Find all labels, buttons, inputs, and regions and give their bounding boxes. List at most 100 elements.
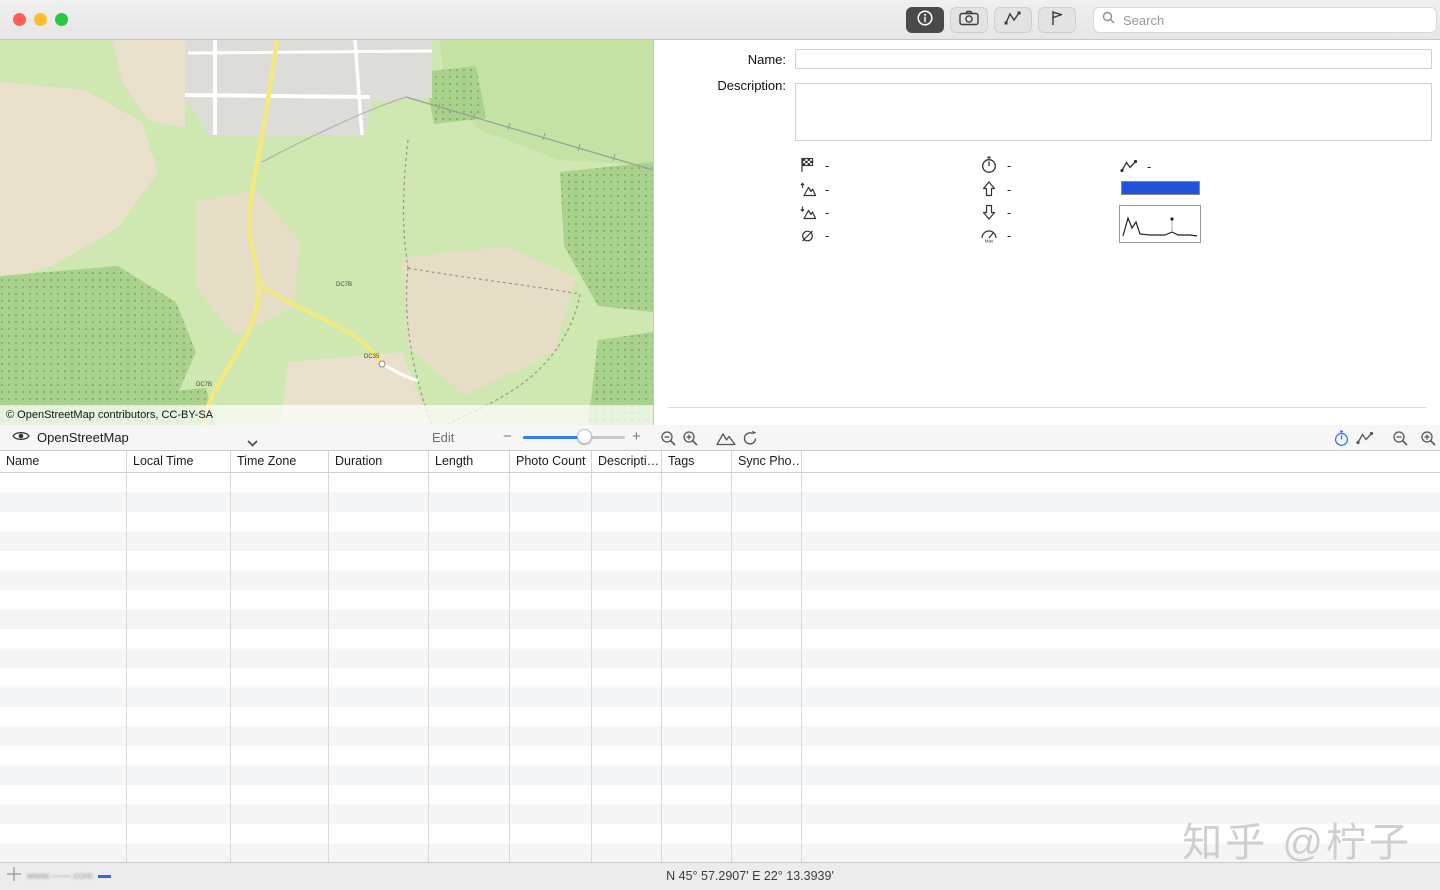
stat-value: - <box>825 158 829 173</box>
toolbar-segment-waypoints[interactable] <box>1038 7 1076 33</box>
svg-text:Max: Max <box>985 239 994 244</box>
ascent-icon <box>798 182 816 197</box>
column-divider <box>801 473 802 862</box>
stat-value: - <box>1147 159 1151 174</box>
terrain-icon[interactable] <box>716 429 736 447</box>
crosshair-plus-icon <box>6 866 22 887</box>
chart-zoom-in-button[interactable] <box>1418 429 1438 447</box>
stat-max-speed: Max - <box>980 226 1011 244</box>
camera-icon <box>959 10 979 31</box>
duration-icon <box>980 156 998 174</box>
column-header-3[interactable]: Time Zone <box>231 451 329 472</box>
toolbar-segment-track[interactable] <box>994 7 1032 33</box>
zhihu-watermark: 知乎 @柠子 <box>1182 810 1412 868</box>
map-toolbar: OpenStreetMap Edit − + <box>0 425 1440 451</box>
zoom-out-button[interactable] <box>658 429 678 447</box>
column-header-9[interactable]: Sync Pho… <box>732 451 802 472</box>
titlebar <box>0 0 1440 40</box>
elevation-profile-thumbnail[interactable] <box>1119 205 1201 243</box>
stat-max-altitude: - <box>980 180 1011 198</box>
rotate-icon[interactable] <box>740 429 760 447</box>
max-altitude-icon <box>980 181 998 197</box>
max-speed-icon: Max <box>980 227 998 243</box>
chevron-down-icon[interactable] <box>247 434 258 452</box>
column-header-1[interactable]: Name <box>0 451 127 472</box>
track-color-bar[interactable] <box>1121 181 1200 195</box>
name-field[interactable] <box>795 49 1432 69</box>
zoom-slider[interactable] <box>523 436 625 439</box>
column-divider <box>328 473 329 862</box>
stat-min-altitude: - <box>980 203 1011 221</box>
description-field[interactable] <box>795 83 1432 141</box>
zoom-slider-minus[interactable]: − <box>503 425 512 449</box>
name-label: Name: <box>654 52 786 67</box>
stat-total-ascent: - <box>798 180 829 198</box>
stat-average: - <box>798 226 829 244</box>
column-divider <box>661 473 662 862</box>
eye-icon <box>12 429 30 447</box>
toolbar-segment-photos[interactable] <box>950 7 988 33</box>
map-provider-dropdown[interactable]: OpenStreetMap <box>12 425 129 450</box>
stat-value: - <box>1007 182 1011 197</box>
map-canvas: DC7B DC7B DC35 <box>0 40 653 425</box>
stat-value: - <box>1007 158 1011 173</box>
column-header-4[interactable]: Duration <box>329 451 429 472</box>
track-icon <box>1120 159 1138 173</box>
zoom-slider-plus[interactable]: + <box>632 425 641 449</box>
column-header-7[interactable]: Descripti… <box>592 451 662 472</box>
min-altitude-icon <box>980 204 998 220</box>
column-divider <box>230 473 231 862</box>
zoom-slider-thumb[interactable] <box>577 429 592 444</box>
map-label: DC7B <box>196 382 212 388</box>
search-input[interactable] <box>1121 12 1428 29</box>
stat-total-descent: - <box>798 203 829 221</box>
cursor-coordinates: N 45° 57.2907' E 22° 13.3939' <box>666 869 834 883</box>
search-field[interactable] <box>1093 7 1437 33</box>
column-header-2[interactable]: Local Time <box>127 451 231 472</box>
stat-value: - <box>1007 205 1011 220</box>
map-provider-label: OpenStreetMap <box>37 430 129 445</box>
map-label: DC35 <box>364 354 380 360</box>
site-watermark-text: www.——.com <box>27 871 93 882</box>
stat-value: - <box>825 228 829 243</box>
stat-duration: - <box>980 156 1011 174</box>
zoom-window-button[interactable] <box>55 13 68 26</box>
map-marker[interactable] <box>379 361 385 367</box>
chart-time-axis-button[interactable] <box>1331 429 1351 447</box>
column-divider <box>731 473 732 862</box>
edit-button[interactable]: Edit <box>432 425 454 450</box>
zoom-in-button[interactable] <box>680 429 700 447</box>
search-icon <box>1102 11 1115 29</box>
column-divider <box>428 473 429 862</box>
column-divider <box>126 473 127 862</box>
map-view[interactable]: DC7B DC7B DC35 © OpenStreetMap contribut… <box>0 40 653 425</box>
watermark-blue-dash <box>98 875 111 878</box>
chart-distance-axis-button[interactable] <box>1355 429 1375 447</box>
column-header-8[interactable]: Tags <box>662 451 732 472</box>
map-attribution: © OpenStreetMap contributors, CC-BY-SA <box>0 405 653 425</box>
inspector-panel: Name: Description: - - - - - <box>654 40 1440 425</box>
close-window-button[interactable] <box>13 13 26 26</box>
inspector-divider <box>668 407 1426 408</box>
stat-value: - <box>1007 228 1011 243</box>
elevation-profile-chart <box>1120 206 1200 242</box>
column-header-5[interactable]: Length <box>429 451 510 472</box>
column-header-6[interactable]: Photo Count <box>510 451 592 472</box>
table-body[interactable] <box>0 473 1440 862</box>
table-header: NameLocal TimeTime ZoneDurationLengthPho… <box>0 451 1440 473</box>
column-divider <box>509 473 510 862</box>
stat-track-length: - <box>1120 157 1151 175</box>
stat-value: - <box>825 205 829 220</box>
chart-zoom-out-button[interactable] <box>1390 429 1410 447</box>
track-icon <box>1004 10 1022 31</box>
stat-value: - <box>825 182 829 197</box>
description-label: Description: <box>654 78 786 93</box>
flag-icon <box>1049 9 1065 32</box>
average-icon <box>798 228 816 243</box>
descent-icon <box>798 205 816 220</box>
stat-start-finish: - <box>798 156 829 174</box>
toolbar-segment-info[interactable] <box>906 7 944 33</box>
minimize-window-button[interactable] <box>34 13 47 26</box>
map-label: DC7B <box>336 282 352 288</box>
info-icon <box>916 9 934 32</box>
